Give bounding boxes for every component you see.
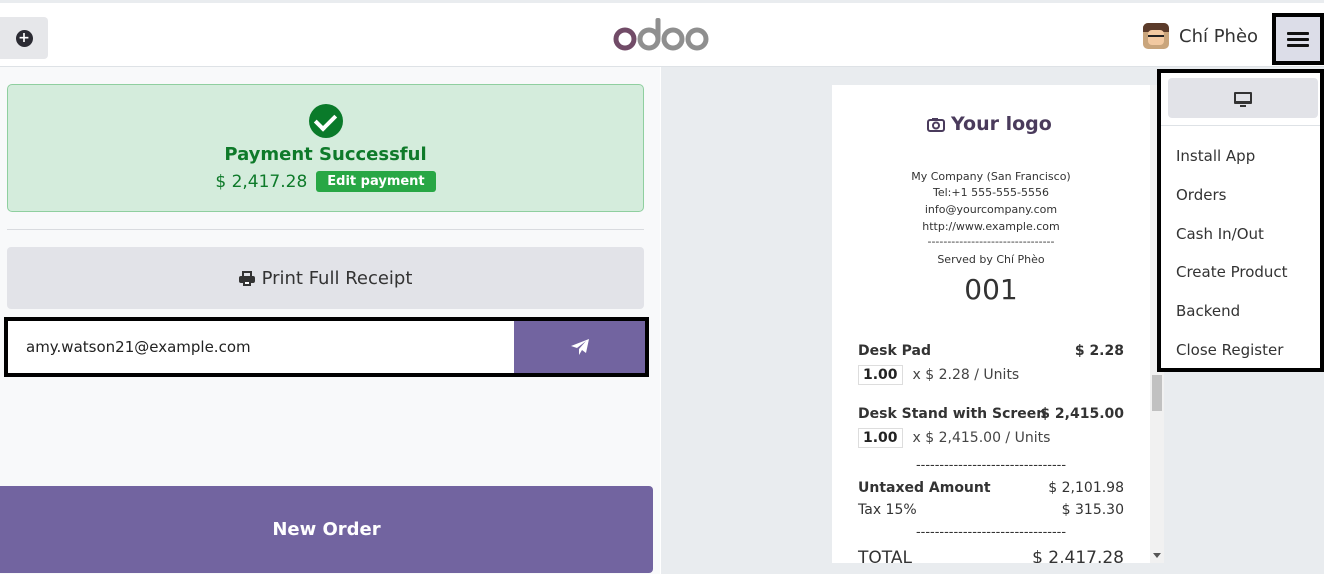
- items-separator: --------------------------------: [915, 458, 1067, 473]
- item-unit-price: x $ 2,415.00 / Units: [912, 430, 1051, 446]
- item-qty-row: 1.00 x $ 2.28 / Units: [858, 365, 1019, 385]
- printer-icon: [238, 271, 255, 286]
- item-qty-row: 1.00 x $ 2,415.00 / Units: [858, 428, 1050, 448]
- divider: [7, 229, 644, 230]
- total-label: TOTAL: [858, 548, 912, 563]
- menu-item-cash-in-out[interactable]: Cash In/Out: [1176, 225, 1264, 243]
- paper-plane-icon: [570, 339, 589, 355]
- menu-item-orders[interactable]: Orders: [1176, 186, 1226, 204]
- total-value: $ 2,417.28: [1032, 548, 1124, 563]
- receipt-separator: --------------------------------: [927, 235, 1055, 248]
- monitor-icon: [1234, 92, 1252, 107]
- payment-success-title: Payment Successful: [224, 144, 427, 165]
- untaxed-value: $ 2,101.98: [1048, 480, 1124, 496]
- untaxed-label: Untaxed Amount: [858, 480, 991, 496]
- payment-success-banner: Payment Successful $ 2,417.28 Edit payme…: [7, 84, 644, 212]
- item-price: $ 2,415.00: [1040, 406, 1124, 422]
- tax-value: $ 315.30: [1061, 502, 1124, 518]
- served-by: Served by Chí Phèo: [937, 253, 1045, 266]
- check-circle-icon: [309, 104, 343, 138]
- hamburger-icon: [1287, 29, 1309, 50]
- send-email-button[interactable]: [514, 321, 645, 373]
- scroll-down-arrow-icon[interactable]: [1153, 553, 1161, 558]
- add-order-button[interactable]: +: [0, 17, 48, 59]
- receipt-logo: Your logo: [927, 113, 1052, 135]
- receipt-logo-text: Your logo: [951, 113, 1052, 135]
- camera-icon: [927, 117, 945, 132]
- menu-divider: [1161, 125, 1320, 126]
- hamburger-menu-button[interactable]: [1272, 13, 1324, 65]
- new-order-button[interactable]: New Order: [0, 486, 653, 573]
- print-receipt-label: Print Full Receipt: [261, 267, 413, 289]
- payment-pane: Payment Successful $ 2,417.28 Edit payme…: [0, 67, 660, 574]
- item-price: $ 2.28: [1074, 343, 1124, 359]
- total-separator: --------------------------------: [915, 525, 1067, 540]
- top-bar: + Chí Phèo: [0, 0, 1324, 67]
- user-name: Chí Phèo: [1179, 25, 1259, 47]
- company-name: My Company (San Francisco): [911, 170, 1071, 183]
- plus-circle-icon: +: [15, 29, 33, 47]
- tax-label: Tax 15%: [858, 502, 917, 518]
- item-qty: 1.00: [858, 428, 903, 448]
- receipt-preview: Your logo My Company (San Francisco) Tel…: [832, 85, 1150, 563]
- company-phone: Tel:+1 555-555-5556: [932, 186, 1049, 199]
- payment-amount: $ 2,417.28: [215, 171, 308, 192]
- avatar: [1143, 23, 1169, 49]
- company-website: http://www.example.com: [922, 220, 1060, 233]
- menu-item-close-register[interactable]: Close Register: [1176, 341, 1283, 359]
- menu-item-install-app[interactable]: Install App: [1176, 147, 1255, 165]
- email-receipt-form: [4, 317, 649, 377]
- item-unit-price: x $ 2.28 / Units: [912, 367, 1020, 383]
- scrollbar-thumb[interactable]: [1152, 375, 1162, 411]
- print-receipt-button[interactable]: Print Full Receipt: [7, 247, 644, 309]
- item-name: Desk Pad: [858, 343, 931, 359]
- odoo-logo: [613, 18, 709, 51]
- company-email: info@yourcompany.com: [924, 203, 1058, 216]
- user-profile[interactable]: Chí Phèo: [1143, 23, 1258, 49]
- menu-item-backend[interactable]: Backend: [1176, 302, 1240, 320]
- order-number: 001: [964, 273, 1018, 306]
- item-qty: 1.00: [858, 365, 903, 385]
- menu-item-create-product[interactable]: Create Product: [1176, 263, 1288, 281]
- customer-display-button[interactable]: [1168, 78, 1318, 118]
- item-name: Desk Stand with Screen: [858, 406, 1047, 422]
- edit-payment-button[interactable]: Edit payment: [316, 171, 436, 192]
- email-input[interactable]: [12, 325, 514, 369]
- main-menu-dropdown: Install App Orders Cash In/Out Create Pr…: [1157, 69, 1324, 372]
